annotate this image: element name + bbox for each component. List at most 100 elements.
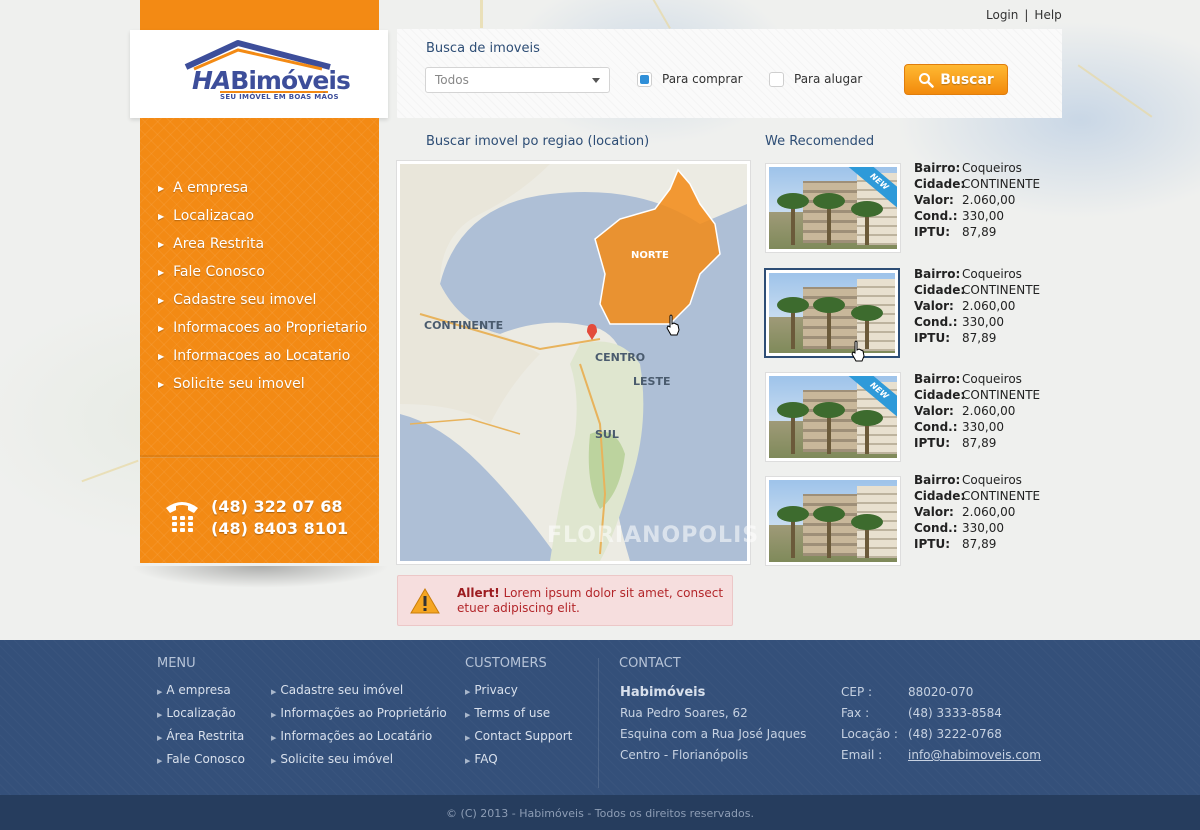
field-label: IPTU:: [914, 436, 950, 450]
footer-link-label: Terms of use: [474, 706, 551, 720]
region-map-svg: [400, 164, 747, 561]
field-label: Bairro:: [914, 267, 961, 281]
email-link[interactable]: info@habimoveis.com: [908, 745, 1041, 766]
nav-item-localizacao[interactable]: ▶ Localizacao: [158, 202, 367, 230]
fax-value: (48) 3333-8584: [908, 706, 1002, 720]
recommended-thumb-3[interactable]: NEW: [765, 372, 901, 462]
footer-link-terms[interactable]: ▶ Terms of use: [465, 703, 572, 726]
property-photo: NEW: [769, 376, 897, 458]
help-link[interactable]: Help: [1034, 8, 1061, 22]
address-line-3: Centro - Florianópolis: [620, 748, 749, 762]
region-map[interactable]: CONTINENTE CENTRO NORTE LESTE SUL FLORIA…: [396, 160, 758, 565]
nav-item-proprietario[interactable]: ▶ Informacoes ao Proprietario: [158, 314, 367, 342]
iptu-value: 87,89: [962, 436, 997, 450]
search-button[interactable]: Buscar: [904, 64, 1008, 95]
region-label-centro[interactable]: CENTRO: [595, 351, 645, 364]
property-type-select[interactable]: Todos: [425, 67, 610, 93]
arrow-right-icon: ▶: [157, 757, 163, 765]
rent-label: Para alugar: [794, 72, 863, 86]
region-label-sul[interactable]: SUL: [595, 428, 619, 441]
bairro-value: Coqueiros: [962, 372, 1022, 386]
nav-item-a-empresa[interactable]: ▶ A empresa: [158, 174, 367, 202]
search-title: Busca de imoveis: [426, 41, 540, 56]
field-label: Bairro:: [914, 372, 961, 386]
field-label: Cond.:: [914, 521, 958, 535]
footer-link-label: FAQ: [474, 752, 498, 766]
arrow-right-icon: ▶: [158, 351, 165, 361]
nav-item-cadastre[interactable]: ▶ Cadastre seu imovel: [158, 286, 367, 314]
arrow-right-icon: ▶: [271, 734, 277, 742]
footer-customers-heading: CUSTOMERS: [465, 656, 547, 671]
recommended-thumb-1[interactable]: NEW: [765, 163, 901, 253]
map-section-title: Buscar imovel po regiao (location): [426, 134, 650, 149]
footer-link-privacy[interactable]: ▶ Privacy: [465, 680, 572, 703]
copyright-text: © (C) 2013 - Habimóveis - Todos os direi…: [446, 807, 754, 820]
bairro-value: Coqueiros: [962, 161, 1022, 175]
cidade-value: CONTINENTE: [962, 283, 1041, 297]
footer-link-faq[interactable]: ▶ FAQ: [465, 749, 572, 772]
footer-link-label: Fale Conosco: [166, 752, 245, 766]
top-links: Login | Help: [986, 8, 1062, 22]
buy-checkbox[interactable]: [637, 72, 652, 87]
nav-item-solicite[interactable]: ▶ Solicite seu imovel: [158, 370, 367, 398]
footer-link-label: Contact Support: [474, 729, 573, 743]
field-label: Cond.:: [914, 315, 958, 329]
arrow-right-icon: ▶: [158, 323, 165, 333]
phone-numbers: (48) 322 07 68 (48) 8403 8101: [211, 496, 348, 540]
login-link[interactable]: Login: [986, 8, 1018, 22]
region-label-norte[interactable]: NORTE: [631, 250, 669, 261]
nav-item-label: Cadastre seu imovel: [173, 292, 317, 308]
cond-value: 330,00: [962, 521, 1004, 535]
email-label: Email :: [841, 748, 883, 762]
valor-value: 2.060,00: [962, 404, 1016, 418]
palm-tree: [777, 506, 809, 558]
search-button-label: Buscar: [940, 71, 994, 88]
palm-tree: [813, 297, 845, 349]
region-label-leste[interactable]: LESTE: [633, 375, 670, 388]
footer-link[interactable]: ▶ Fale Conosco: [157, 749, 245, 772]
nav-item-label: Localizacao: [173, 208, 255, 224]
palm-tree: [777, 297, 809, 349]
recommended-thumb-2[interactable]: [764, 268, 900, 362]
cond-value: 330,00: [962, 209, 1004, 223]
palm-tree: [813, 402, 845, 454]
footer-link[interactable]: ▶ Solicite seu imóvel: [271, 749, 447, 772]
footer-link[interactable]: ▶ Informações ao Proprietário: [271, 703, 447, 726]
palm-tree: [851, 410, 883, 454]
arrow-right-icon: ▶: [271, 688, 277, 696]
iptu-value: 87,89: [962, 225, 997, 239]
sidebar-shadow: [130, 566, 390, 588]
map-watermark: FLORIANOPOLIS: [547, 523, 760, 548]
footer-link-label: A empresa: [166, 683, 231, 697]
footer-link[interactable]: ▶ Cadastre seu imóvel: [271, 680, 447, 703]
alert-title: Allert!: [457, 586, 500, 600]
footer-link-label: Privacy: [474, 683, 518, 697]
footer-link-label: Cadastre seu imóvel: [280, 683, 404, 697]
footer-customers-col: ▶ Privacy ▶ Terms of use ▶ Contact Support …: [465, 680, 572, 772]
footer-menu-col-2: ▶ Cadastre seu imóvel ▶ Informações ao Pro…: [271, 680, 447, 772]
nav-item-label: Informacoes ao Proprietario: [173, 320, 368, 336]
footer-link[interactable]: ▶ Área Restrita: [157, 726, 245, 749]
recommended-thumb-4[interactable]: [765, 476, 901, 566]
cond-value: 330,00: [962, 315, 1004, 329]
iptu-value: 87,89: [962, 537, 997, 551]
field-label: Bairro:: [914, 161, 961, 175]
chevron-down-icon: [592, 78, 600, 83]
footer-link[interactable]: ▶ A empresa: [157, 680, 245, 703]
footer-link-label: Informações ao Proprietário: [280, 706, 447, 720]
cep-label: CEP :: [841, 685, 873, 699]
nav-item-area-restrita[interactable]: ▶ Area Restrita: [158, 230, 367, 258]
nav-item-fale-conosco[interactable]: ▶ Fale Conosco: [158, 258, 367, 286]
rent-checkbox[interactable]: [769, 72, 784, 87]
nav-item-label: A empresa: [173, 180, 249, 196]
footer-link-support[interactable]: ▶ Contact Support: [465, 726, 572, 749]
arrow-right-icon: ▶: [158, 211, 165, 221]
footer-link[interactable]: ▶ Informações ao Locatário: [271, 726, 447, 749]
region-label-continente[interactable]: CONTINENTE: [424, 319, 503, 332]
footer-link[interactable]: ▶ Localização: [157, 703, 245, 726]
address-line-1: Rua Pedro Soares, 62: [620, 706, 748, 720]
nav-item-locatario[interactable]: ▶ Informacoes ao Locatario: [158, 342, 367, 370]
arrow-right-icon: ▶: [465, 711, 471, 719]
arrow-right-icon: ▶: [465, 688, 471, 696]
logo[interactable]: HABimóveis SEU IMÓVEL EM BOAS MÃOS: [130, 30, 388, 118]
